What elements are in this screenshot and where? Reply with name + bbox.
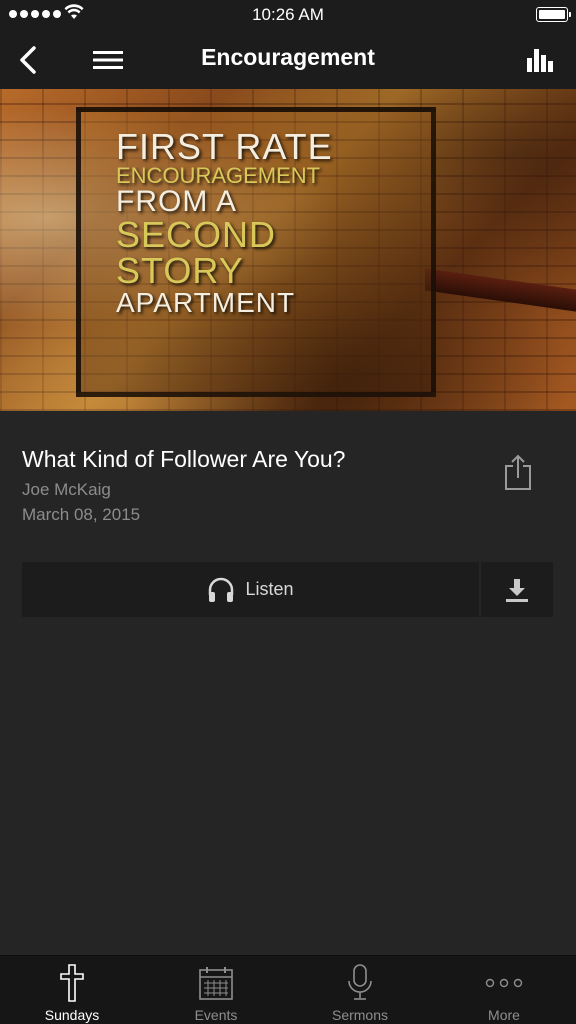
artwork-line: SECOND (116, 214, 277, 255)
listen-button[interactable]: Listen (22, 562, 479, 617)
page-title: Encouragement (201, 44, 375, 70)
tab-events[interactable]: Events (144, 956, 288, 1024)
navigation-bar: Encouragement (0, 30, 576, 89)
share-icon (505, 454, 531, 490)
status-time: 10:26 AM (252, 5, 324, 24)
download-icon (506, 578, 528, 602)
series-artwork: FIRST RATE ENCOURAGEMENT FROM A SECOND S… (0, 89, 576, 411)
sermon-title: What Kind of Follower Are You? (22, 446, 346, 472)
microphone-icon (348, 964, 372, 1000)
artwork-line: FIRST RATE (116, 126, 333, 167)
cross-icon (60, 964, 84, 1002)
tab-more[interactable]: More (432, 956, 576, 1024)
artwork-line: APARTMENT (116, 287, 296, 318)
tab-label: More (488, 1007, 520, 1023)
more-icon (485, 978, 523, 988)
tab-sundays[interactable]: Sundays (0, 956, 144, 1024)
stats-button[interactable] (520, 40, 560, 80)
listen-label: Listen (245, 579, 294, 599)
download-button[interactable] (481, 562, 553, 617)
calendar-icon (199, 967, 233, 1000)
headphones-icon (209, 577, 234, 602)
tab-bar: Sundays Events Sermons More (0, 955, 576, 1024)
tab-sermons[interactable]: Sermons (288, 956, 432, 1024)
artwork-line: STORY (116, 250, 244, 291)
sermon-date: March 08, 2015 (22, 505, 141, 524)
artwork-line: FROM A (116, 185, 238, 218)
sermon-speaker: Joe McKaig (22, 480, 111, 499)
sermon-detail-screen: 10:26 AM Encouragement FIRST RATE ENCOUR… (0, 0, 576, 1024)
share-button[interactable] (498, 450, 538, 494)
tab-label: Sermons (331, 1007, 389, 1023)
status-bar: 10:26 AM (0, 0, 576, 30)
tab-label: Events (194, 1007, 238, 1023)
bar-chart-icon (527, 49, 553, 72)
battery-icon (536, 7, 571, 22)
tab-label: Sundays (44, 1007, 100, 1023)
artwork-line: ENCOURAGEMENT (116, 163, 321, 188)
artwork-title: FIRST RATE ENCOURAGEMENT FROM A SECOND S… (116, 129, 333, 317)
